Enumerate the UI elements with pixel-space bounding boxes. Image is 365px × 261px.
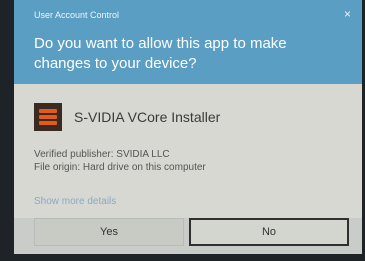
- dialog-header: User Account Control × Do you want to al…: [14, 0, 362, 84]
- dialog-footer: Yes No: [14, 218, 362, 254]
- dialog-body: S-VIDIA VCore Installer Verified publish…: [14, 84, 362, 218]
- dialog-question: Do you want to allow this app to make ch…: [34, 35, 287, 72]
- window-title: User Account Control: [34, 10, 120, 20]
- yes-button[interactable]: Yes: [34, 218, 184, 246]
- show-more-details-link[interactable]: Show more details: [34, 196, 116, 207]
- publisher-info: Verified publisher: SVIDIA LLC File orig…: [34, 148, 206, 174]
- close-icon[interactable]: ×: [344, 8, 351, 20]
- no-button[interactable]: No: [189, 218, 349, 246]
- publisher-line: Verified publisher: SVIDIA LLC: [34, 149, 170, 160]
- app-row: S-VIDIA VCore Installer: [34, 102, 220, 132]
- origin-line: File origin: Hard drive on this computer: [34, 162, 206, 173]
- uac-dialog: User Account Control × Do you want to al…: [14, 0, 362, 254]
- app-name: S-VIDIA VCore Installer: [74, 109, 221, 125]
- app-logo-icon: [34, 103, 62, 131]
